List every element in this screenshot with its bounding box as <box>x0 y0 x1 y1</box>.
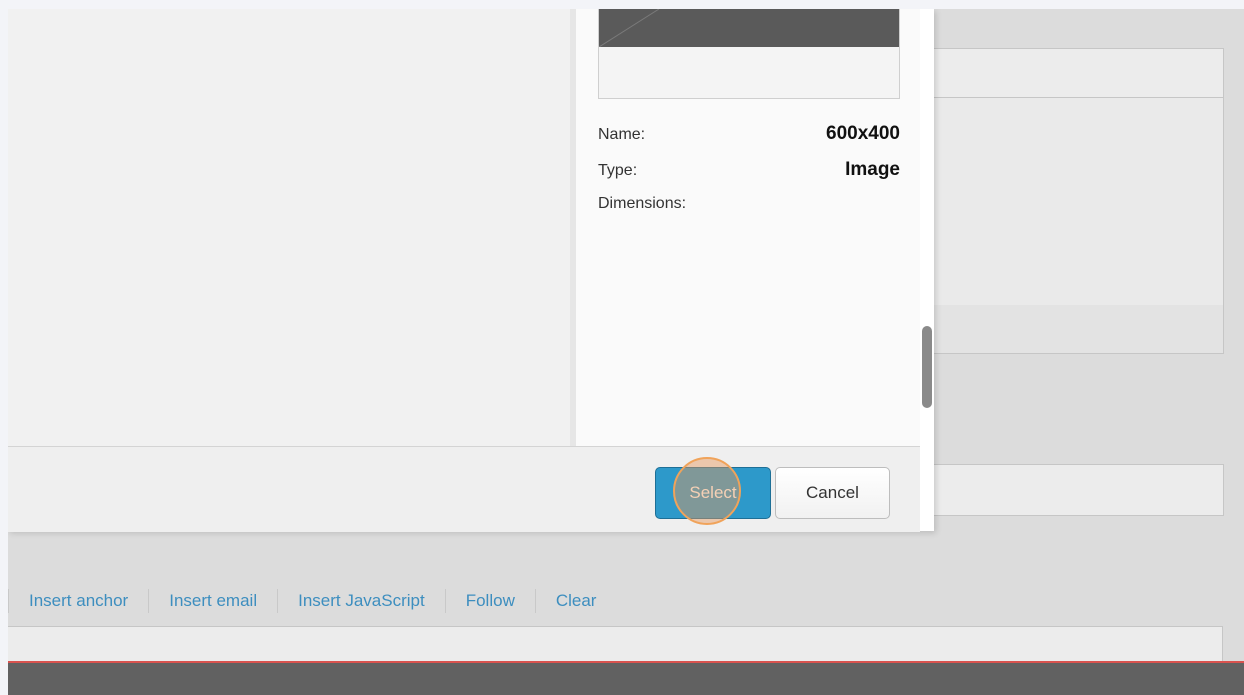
name-row: Name: 600x400 <box>598 123 900 145</box>
dialog-footer: Select Cancel <box>8 446 920 532</box>
clear-link[interactable]: Clear <box>536 591 617 611</box>
select-button[interactable]: Select <box>655 467 771 519</box>
background-panel-body <box>927 98 1223 305</box>
cancel-button[interactable]: Cancel <box>775 467 890 519</box>
type-label: Type: <box>598 162 638 179</box>
background-panel-header <box>927 49 1223 98</box>
details-scrollbar-track[interactable] <box>920 9 934 531</box>
media-picker-dialog: Name: 600x400 Type: Image Dimensions: Se… <box>8 9 934 532</box>
name-value: 600x400 <box>826 123 900 144</box>
insert-email-link[interactable]: Insert email <box>149 591 277 611</box>
bottom-action-bar <box>8 661 1244 695</box>
media-browse-area <box>8 9 576 446</box>
type-row: Type: Image <box>598 159 900 181</box>
name-label: Name: <box>598 126 646 143</box>
insert-anchor-link[interactable]: Insert anchor <box>9 591 148 611</box>
follow-link[interactable]: Follow <box>446 591 535 611</box>
link-toolbar: Insert anchor Insert email Insert JavaSc… <box>8 589 616 613</box>
type-value: Image <box>845 159 900 180</box>
dimensions-label: Dimensions: <box>598 195 687 212</box>
background-editor-panel <box>926 48 1224 354</box>
media-preview <box>598 9 900 99</box>
details-scrollbar-thumb[interactable] <box>922 326 932 408</box>
background-input-field[interactable] <box>926 464 1224 516</box>
editor-page: Insert anchor Insert email Insert JavaSc… <box>8 9 1244 695</box>
dimensions-row: Dimensions: <box>598 195 900 213</box>
media-details-panel: Name: 600x400 Type: Image Dimensions: <box>576 9 920 446</box>
insert-javascript-link[interactable]: Insert JavaScript <box>278 591 445 611</box>
preview-image <box>599 9 899 47</box>
